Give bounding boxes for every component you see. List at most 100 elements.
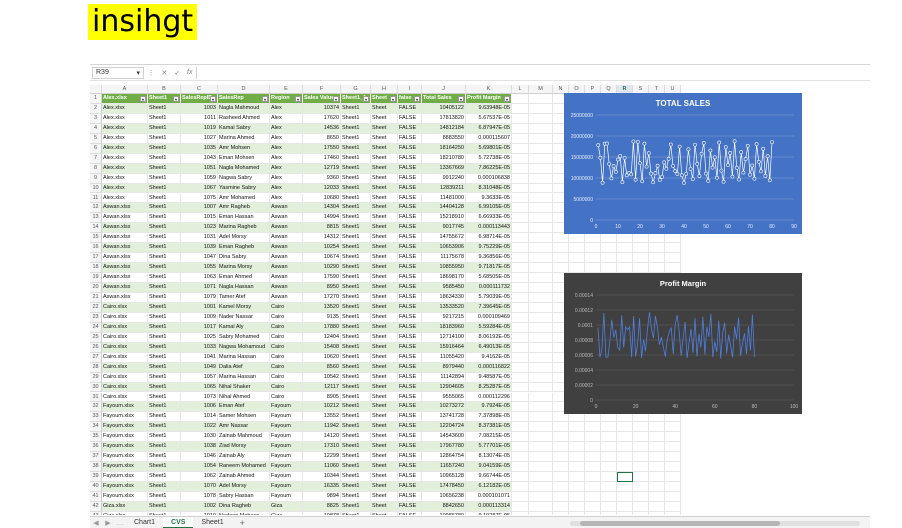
column-header-g[interactable]: G	[341, 85, 371, 94]
table-cell[interactable]: FALSE	[398, 223, 422, 234]
table-cell[interactable]: 1073	[181, 392, 218, 403]
row-header[interactable]: 16	[90, 243, 102, 254]
table-cell[interactable]: 10620	[303, 352, 341, 363]
table-cell[interactable]: Sheet	[371, 293, 398, 303]
table-cell[interactable]: Sheet1	[341, 372, 371, 383]
table-cell[interactable]: 14543600	[422, 432, 466, 443]
data-point[interactable]	[748, 172, 752, 177]
empty-cell[interactable]	[529, 273, 553, 284]
table-cell[interactable]: 9.3633E-05	[466, 193, 512, 204]
empty-cell[interactable]	[569, 462, 585, 473]
table-cell[interactable]: Sheet1	[148, 103, 181, 114]
table-cell[interactable]: Marina Morsy	[218, 263, 270, 274]
data-point[interactable]	[717, 140, 722, 145]
row-header[interactable]: 35	[90, 432, 102, 443]
table-cell[interactable]: Alex.xlsx	[102, 173, 148, 184]
empty-cell[interactable]	[585, 472, 601, 483]
table-cell[interactable]: Sheet1	[341, 203, 371, 214]
table-cell[interactable]: Zainab Aly	[218, 452, 270, 463]
table-cell[interactable]: FALSE	[398, 233, 422, 244]
table-cell[interactable]: Sheet	[371, 511, 398, 515]
data-point[interactable]	[686, 147, 691, 152]
table-header-cell[interactable]: Region ▾	[270, 94, 303, 104]
empty-cell[interactable]	[512, 422, 529, 433]
table-cell[interactable]: Sheet	[371, 362, 398, 373]
table-cell[interactable]: Alex.xlsx	[102, 123, 148, 134]
table-header-cell[interactable]: SalesRepID ▾	[181, 94, 218, 104]
row-header[interactable]: 42	[90, 501, 102, 512]
empty-cell[interactable]	[512, 342, 529, 353]
row-header[interactable]: 5	[90, 133, 102, 144]
row-header[interactable]: 36	[90, 442, 102, 453]
row-header[interactable]: 6	[90, 143, 102, 154]
table-cell[interactable]: 8.13074E-05	[466, 452, 512, 463]
empty-cell[interactable]	[512, 462, 529, 473]
table-cell[interactable]: Aswan.xlsx	[102, 263, 148, 274]
table-cell[interactable]: Fayoum.xlsx	[102, 482, 148, 492]
empty-cell[interactable]	[553, 263, 569, 274]
table-cell[interactable]: 10878	[303, 511, 341, 515]
empty-cell[interactable]	[529, 293, 553, 303]
empty-cell[interactable]	[512, 482, 529, 492]
table-cell[interactable]: Sheet1	[148, 402, 181, 413]
data-point[interactable]	[739, 150, 744, 155]
table-cell[interactable]: Cairo	[270, 312, 303, 323]
empty-cell[interactable]	[529, 103, 553, 114]
table-cell[interactable]: Aswan.xlsx	[102, 203, 148, 214]
table-cell[interactable]: Cairo	[270, 362, 303, 373]
table-cell[interactable]: 10405122	[422, 103, 466, 114]
table-cell[interactable]: 17310	[303, 442, 341, 453]
table-cell[interactable]: FALSE	[398, 352, 422, 363]
data-point[interactable]	[673, 169, 678, 173]
table-cell[interactable]: 9.4162E-05	[466, 352, 512, 363]
table-cell[interactable]: Alex	[270, 133, 303, 144]
table-cell[interactable]: 18698170	[422, 273, 466, 284]
table-cell[interactable]: FALSE	[398, 273, 422, 284]
data-point[interactable]	[616, 157, 620, 162]
table-cell[interactable]: 6.66933E-05	[466, 213, 512, 224]
table-cell[interactable]: Sheet	[371, 322, 398, 333]
data-point[interactable]	[706, 178, 711, 183]
empty-cell[interactable]	[601, 452, 617, 463]
empty-cell[interactable]	[569, 501, 585, 512]
table-cell[interactable]: Sheet1	[341, 173, 371, 184]
table-cell[interactable]: Sheet1	[341, 392, 371, 403]
table-cell[interactable]: 6.87947E-05	[466, 123, 512, 134]
table-cell[interactable]: 1007	[181, 203, 218, 214]
table-cell[interactable]: 0.000101071	[466, 492, 512, 502]
empty-cell[interactable]	[665, 492, 681, 502]
data-point[interactable]	[770, 140, 774, 144]
table-cell[interactable]: Aswan	[270, 253, 303, 264]
table-cell[interactable]: Sheet	[371, 472, 398, 483]
empty-cell[interactable]	[649, 233, 665, 244]
empty-cell[interactable]	[529, 243, 553, 254]
empty-cell[interactable]	[617, 422, 633, 433]
table-cell[interactable]: Cairo.xlsx	[102, 372, 148, 383]
data-point[interactable]	[664, 166, 669, 171]
table-cell[interactable]: 9217215	[422, 312, 466, 323]
table-cell[interactable]: Sheet1	[148, 501, 181, 512]
table-cell[interactable]: 17478450	[422, 482, 466, 492]
filter-dropdown-icon[interactable]: ▾	[210, 95, 216, 102]
table-cell[interactable]: 10290	[303, 263, 341, 274]
empty-cell[interactable]	[553, 501, 569, 512]
table-cell[interactable]: Fayoum.xlsx	[102, 492, 148, 502]
empty-cell[interactable]	[569, 243, 585, 254]
table-cell[interactable]: FALSE	[398, 283, 422, 293]
table-cell[interactable]: Alex	[270, 183, 303, 194]
table-cell[interactable]: 17620	[303, 113, 341, 124]
table-cell[interactable]: Sheet	[371, 422, 398, 433]
table-cell[interactable]: Eman Ahmed	[218, 273, 270, 284]
table-cell[interactable]: Sheet1	[148, 412, 181, 423]
formula-input[interactable]	[196, 66, 870, 79]
empty-cell[interactable]	[665, 501, 681, 512]
table-cell[interactable]: Sheet1	[148, 263, 181, 274]
table-cell[interactable]: 14812184	[422, 123, 466, 134]
table-cell[interactable]: Sheet1	[148, 143, 181, 154]
empty-cell[interactable]	[529, 193, 553, 204]
table-cell[interactable]: 12714100	[422, 332, 466, 343]
data-point[interactable]	[671, 164, 675, 168]
table-cell[interactable]: Sheet1	[341, 472, 371, 483]
table-cell[interactable]: 11942	[303, 422, 341, 433]
data-point[interactable]	[693, 142, 697, 147]
